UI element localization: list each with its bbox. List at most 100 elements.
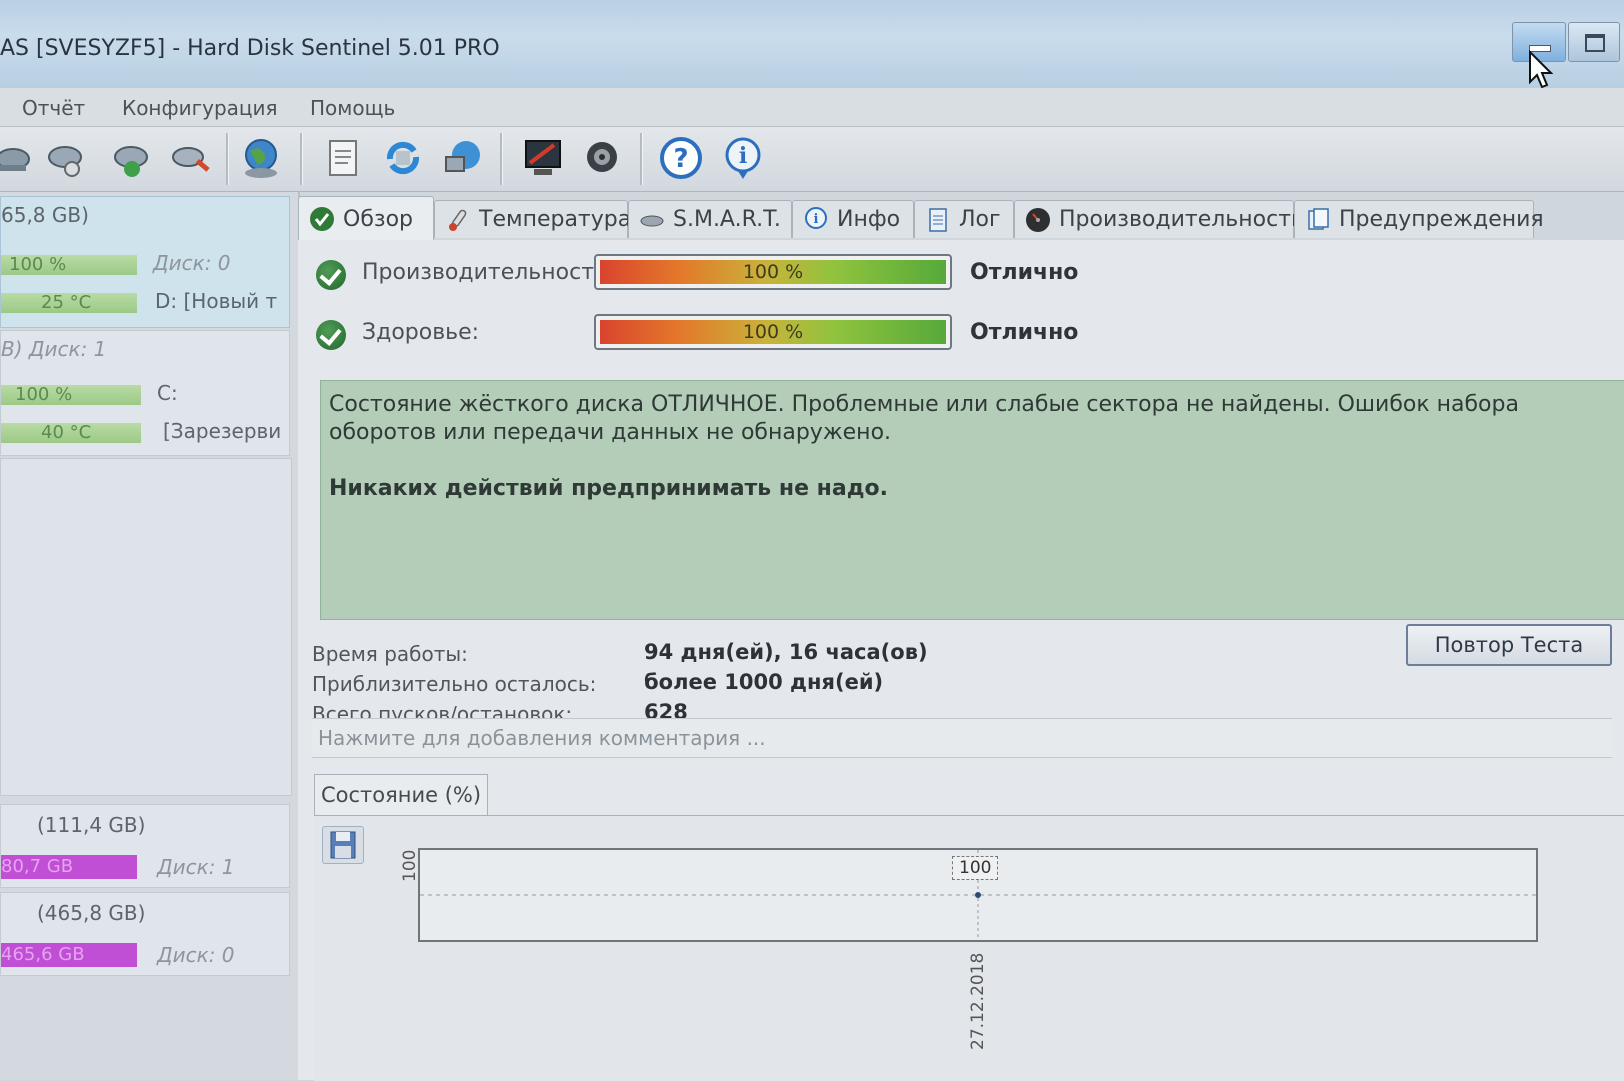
disk-number: Диск: 1 <box>157 855 235 879</box>
disk-icon[interactable] <box>0 135 36 181</box>
health-bar: 100 % <box>1 255 137 275</box>
thermometer-icon <box>445 207 471 233</box>
disk-card-1[interactable]: B) Диск: 1 100 % C: 40 °C [Зарезерви <box>0 330 290 456</box>
svg-text:?: ? <box>673 144 688 174</box>
info-icon[interactable]: i <box>720 135 766 181</box>
tab-bar: Обзор Температура S.M.A.R.T. i Инфо Лог … <box>298 196 1624 241</box>
tab-health-history[interactable]: Состояние (%) <box>314 774 488 816</box>
tab-label: Предупреждения <box>1339 207 1544 232</box>
free-space-bar: 80,7 GB <box>1 855 137 879</box>
info-icon: i <box>803 206 829 233</box>
disk-add-icon[interactable] <box>108 135 154 181</box>
health-gauge: 100 % <box>594 314 952 350</box>
comment-field[interactable]: Нажмите для добавления комментария ... <box>312 718 1612 758</box>
floppy-icon <box>330 831 356 859</box>
status-action: Никаких действий предпринимать не надо. <box>329 476 888 501</box>
volume-card-0[interactable]: (111,4 GB) 80,7 GB Диск: 1 <box>0 804 290 888</box>
health-history-panel: 100 100 27.12.2018 <box>314 815 1624 1081</box>
tab-label: Инфо <box>837 207 901 232</box>
tab-label: Температура <box>479 207 632 232</box>
free-space-bar: 465,6 GB <box>1 943 137 967</box>
report-icon[interactable] <box>320 135 366 181</box>
status-text: Состояние жёсткого диска ОТЛИЧНОЕ. Пробл… <box>329 392 1519 445</box>
volume-label: C: <box>157 381 178 405</box>
help-icon[interactable]: ? <box>658 135 704 181</box>
remaining-value: более 1000 дня(ей) <box>644 670 884 694</box>
disk-number: Диск: 0 <box>157 943 235 967</box>
health-bar-text: 100 % <box>9 254 67 275</box>
tab-label: S.M.A.R.T. <box>673 207 781 232</box>
window-title: AS [SVESYZF5] - Hard Disk Sentinel 5.01 … <box>0 36 500 61</box>
check-icon <box>309 206 335 232</box>
restore-button[interactable] <box>1568 22 1620 62</box>
tab-label: Производительность <box>1059 207 1304 232</box>
free-space-text: 465,6 GB <box>1 944 85 965</box>
remaining-label: Приблизительно осталось: <box>312 672 597 696</box>
tab-performance[interactable]: Производительность <box>1014 200 1304 238</box>
gauge-icon <box>1025 207 1051 233</box>
mouse-cursor-icon <box>1529 50 1554 89</box>
performance-percent: 100 % <box>742 261 804 283</box>
y-tick-label: 100 <box>400 849 420 882</box>
data-point-label: 100 <box>952 856 999 880</box>
health-label: Здоровье: <box>362 320 480 345</box>
menu-help[interactable]: Помощь <box>310 96 395 120</box>
disk-card-header: B) Диск: 1 <box>1 337 107 361</box>
disk-list-panel: 65,8 GB) 100 % Диск: 0 25 °C D: [Новый т… <box>0 192 300 1080</box>
check-icon <box>316 320 346 350</box>
menu-report[interactable]: Отчёт <box>22 96 85 120</box>
disk-card-header: 65,8 GB) <box>1 203 89 227</box>
status-description: Состояние жёсткого диска ОТЛИЧНОЕ. Пробл… <box>320 380 1624 620</box>
overview-panel: Производительность: 100 % Отлично Здоров… <box>298 240 1624 1081</box>
volume-card-1[interactable]: (465,8 GB) 465,6 GB Диск: 0 <box>0 892 290 976</box>
volume-label: D: [Новый т <box>155 289 278 313</box>
retest-button[interactable]: Повтор Теста <box>1406 624 1612 666</box>
performance-verdict: Отлично <box>970 260 1079 285</box>
disk-number: Диск: 0 <box>153 251 231 275</box>
tab-info[interactable]: i Инфо <box>792 200 914 238</box>
tab-temperature[interactable]: Температура <box>434 200 632 238</box>
save-chart-button[interactable] <box>322 826 364 864</box>
title-bar: AS [SVESYZF5] - Hard Disk Sentinel 5.01 … <box>0 0 1624 89</box>
uptime-label: Время работы: <box>312 642 468 666</box>
svg-text:i: i <box>739 143 747 169</box>
menu-bar: Отчёт Конфигурация Помощь <box>0 88 1624 127</box>
temperature-bar: 25 °C <box>1 293 137 313</box>
health-bar: 100 % <box>1 385 141 405</box>
uptime-value: 94 дня(ей), 16 часа(ов) <box>644 640 928 664</box>
toolbar: ? i <box>0 127 1624 192</box>
health-bar-text: 100 % <box>15 384 73 405</box>
free-space-text: 80,7 GB <box>1 856 74 877</box>
x-tick-label: 27.12.2018 <box>968 952 988 1050</box>
disk-card-0[interactable]: 65,8 GB) 100 % Диск: 0 25 °C D: [Новый т <box>0 196 290 328</box>
menu-configuration[interactable]: Конфигурация <box>122 96 278 120</box>
disk-tools-icon[interactable] <box>168 135 214 181</box>
temperature-bar: 40 °C <box>1 423 141 443</box>
svg-text:i: i <box>814 212 819 227</box>
globe-icon[interactable] <box>238 135 284 181</box>
tab-label: Лог <box>959 207 1001 232</box>
tab-overview[interactable]: Обзор <box>298 196 434 241</box>
tab-label: Обзор <box>343 206 414 232</box>
refresh-icon[interactable] <box>380 135 426 181</box>
volume-label: [Зарезерви <box>163 419 282 443</box>
sound-icon[interactable] <box>580 135 626 181</box>
disk-check-icon[interactable] <box>42 135 88 181</box>
health-percent: 100 % <box>742 321 804 343</box>
temperature-bar-text: 25 °C <box>41 292 92 313</box>
check-icon <box>316 260 346 290</box>
performance-gauge: 100 % <box>594 254 952 290</box>
data-point <box>975 892 981 898</box>
smart-icon <box>639 207 665 233</box>
warnings-icon <box>1305 207 1331 233</box>
tab-log[interactable]: Лог <box>914 200 1014 238</box>
network-icon[interactable] <box>440 135 486 181</box>
volume-size: (111,4 GB) <box>37 813 146 837</box>
monitor-icon[interactable] <box>520 135 566 181</box>
disk-list-empty-area <box>0 458 292 796</box>
tab-smart[interactable]: S.M.A.R.T. <box>628 200 792 238</box>
volume-size: (465,8 GB) <box>37 901 146 925</box>
health-verdict: Отлично <box>970 320 1079 345</box>
tab-warnings[interactable]: Предупреждения <box>1294 200 1544 238</box>
log-icon <box>925 207 951 233</box>
